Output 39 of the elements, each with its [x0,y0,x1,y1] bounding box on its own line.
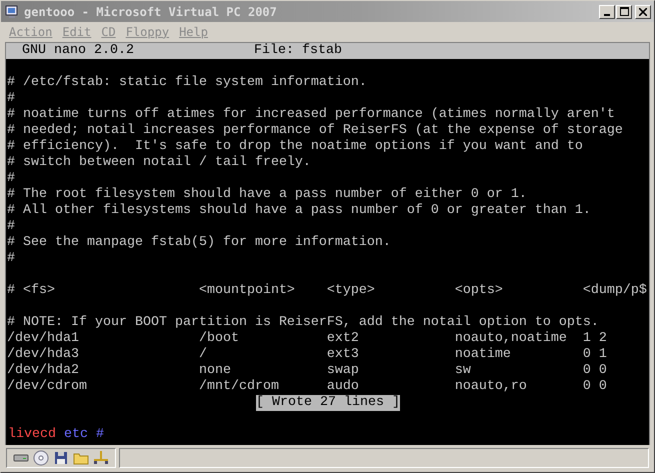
prompt-host: livecd [8,427,56,443]
minimize-icon [604,14,610,16]
file-line: /dev/hda3 / ext3 noatime 0 1 [6,347,608,363]
file-name: File: fstab [254,43,342,59]
file-line: # All other filesystems should have a pass number of 0 or greater than 1. [6,203,592,219]
close-button[interactable] [635,4,651,18]
menu-item[interactable]: CD [97,25,120,39]
editor-name: GNU nano 2.0.2 [22,43,135,59]
prompt-symbol: # [96,427,104,443]
prompt-directory: etc [64,427,88,443]
file-line: # The root filesystem should have a pass number of either 0 or 1. [6,187,528,203]
file-line: # /etc/fstab: static file system information. [6,75,368,91]
file-line: # [6,219,16,235]
file-line: # switch between notail / tail freely. [6,155,312,171]
window-title: gentooo - Microsoft Virtual PC 2007 [24,4,278,18]
file-line: # <fs> <mountpoint> <type> <opts> <dump/p$ [6,283,648,299]
status-message: [ Wrote 27 lines ] [256,395,400,411]
file-line: /dev/hda2 none swap sw 0 0 [6,363,608,379]
file-line: # [6,91,16,107]
network-icon[interactable] [93,450,109,466]
file-line: # needed; notail increases performance of ReiserFS (at the expense of storage [6,123,624,139]
file-line: /dev/cdrom /mnt/cdrom audo noauto,ro 0 0 [6,379,608,395]
menu-item[interactable]: Floppy [122,25,174,39]
maximize-icon [620,7,628,16]
file-line: # NOTE: If your BOOT partition is ReiserFS, add the notail option to opts. [6,315,600,331]
close-icon [639,8,647,16]
minimize-button[interactable] [599,4,615,18]
file-line: # noatime turns off atimes for increased performance (atimes normally aren't [6,107,616,123]
maximize-button[interactable] [616,4,632,18]
menu-item[interactable]: Edit [58,25,96,39]
menu-item[interactable]: Help [175,25,212,39]
menu-item[interactable]: Action [5,25,56,39]
file-line: # [6,251,16,267]
cd-icon[interactable] [33,450,49,466]
file-line: /dev/hda1 /boot ext2 noauto,noatime 1 2 [6,331,608,347]
file-line: # See the manpage fstab(5) for more information. [6,235,392,251]
file-line: # efficiency). It's safe to drop the noatime options if you want and to [6,139,584,155]
file-line: # [6,171,16,187]
monitor-icon [4,4,20,20]
